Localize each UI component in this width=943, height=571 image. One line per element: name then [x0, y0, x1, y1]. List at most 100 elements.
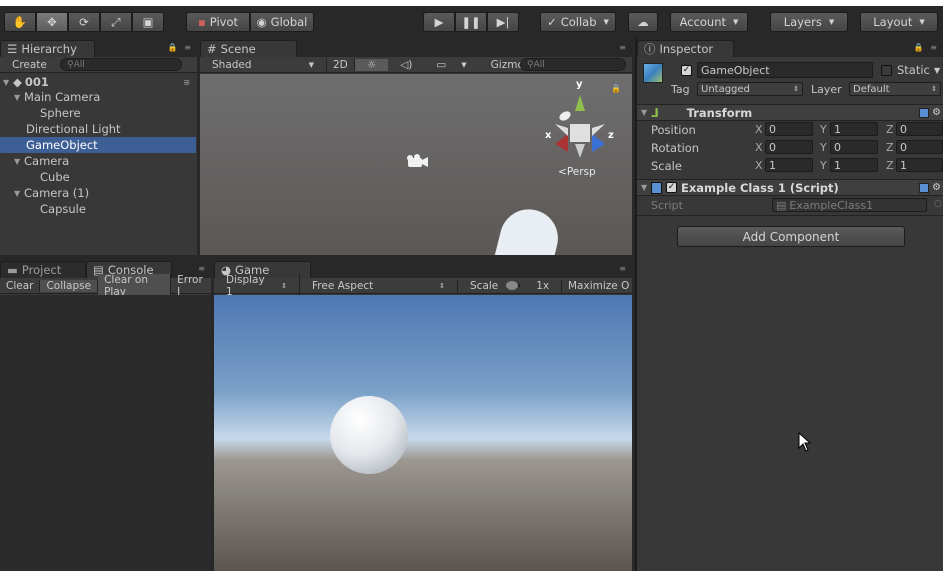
list-item[interactable]: Sphere: [0, 105, 196, 121]
scale-slider[interactable]: Scale 1x: [458, 279, 562, 292]
console-log-area[interactable]: [0, 295, 211, 571]
tab-scene[interactable]: # Scene: [200, 40, 297, 57]
rotation-x-input[interactable]: 0: [765, 140, 813, 154]
move-tool-button[interactable]: ✥: [36, 12, 68, 32]
panel-menu-icon[interactable]: ≡: [619, 43, 628, 52]
pivot-button[interactable]: ▪ Pivot: [186, 12, 250, 32]
layout-dropdown[interactable]: Layout ▼: [860, 12, 938, 32]
display-dropdown[interactable]: Display 1 ⇕: [214, 273, 300, 298]
position-z-input[interactable]: 0: [896, 122, 943, 136]
script-enabled-checkbox[interactable]: ✓: [666, 182, 677, 193]
script-component-header[interactable]: ▼ ✓ Example Class 1 (Script) ⚙: [637, 179, 943, 196]
gear-icon[interactable]: ⚙: [932, 182, 941, 193]
list-item[interactable]: Cube: [0, 169, 196, 185]
scale-tool-button[interactable]: ⤢: [100, 12, 132, 32]
help-icon[interactable]: [919, 182, 929, 193]
game-view-drawing: [330, 396, 408, 474]
collapse-button[interactable]: Collapse: [40, 279, 99, 292]
capsule-object: [494, 209, 558, 255]
dropdown-icon[interactable]: ▼: [934, 66, 940, 75]
game-viewport[interactable]: [214, 295, 632, 571]
hierarchy-search-input[interactable]: ⚲ All: [60, 58, 182, 71]
pivot-icon: ▪: [197, 15, 206, 29]
static-checkbox[interactable]: [881, 65, 892, 76]
rect-tool-button[interactable]: ▣: [132, 12, 164, 32]
layers-dropdown[interactable]: Layers ▼: [770, 12, 848, 32]
panel-menu-icon[interactable]: 🔒 ≡: [914, 43, 939, 52]
tab-hierarchy[interactable]: ☰ Hierarchy: [0, 40, 95, 57]
collab-dropdown[interactable]: ✓ Collab ▼: [540, 12, 616, 32]
lock-icon[interactable]: 🔒: [611, 84, 621, 93]
list-item[interactable]: ▼ Camera: [0, 153, 196, 169]
script-field: ▤ ExampleClass1: [772, 198, 927, 212]
shading-dropdown[interactable]: Shaded ▼: [200, 59, 326, 71]
rotate-tool-button[interactable]: ⟳: [68, 12, 100, 32]
layer-label: Layer: [811, 83, 842, 96]
aspect-dropdown[interactable]: Free Aspect ⇕: [300, 279, 458, 292]
lighting-toggle-button[interactable]: ☼: [354, 58, 389, 71]
hierarchy-panel: ☰Hierarchy 🔒 ≡ Create▼ ⚲All ▼◆001≡ ▼Main…: [0, 38, 197, 255]
foldout-icon: ▼: [641, 183, 648, 192]
scale-icon: ⤢: [111, 14, 121, 29]
panel-menu-icon[interactable]: 🔒 ≡: [168, 43, 193, 52]
add-component-button[interactable]: Add Component: [677, 226, 905, 247]
account-dropdown[interactable]: Account ▼: [670, 12, 748, 32]
rotation-z-input[interactable]: 0: [896, 140, 943, 154]
pause-button[interactable]: ❚❚: [455, 12, 487, 32]
scene-menu-icon[interactable]: ≡: [183, 78, 190, 87]
list-item[interactable]: ▼ Main Camera: [0, 89, 196, 105]
position-y-input[interactable]: 1: [830, 122, 878, 136]
persp-label[interactable]: <Persp: [558, 166, 596, 178]
axis-y-label: Y: [820, 159, 827, 172]
tab-inspector[interactable]: ⓘ Inspector: [637, 40, 734, 57]
transform-icon: ⅃: [651, 105, 659, 120]
list-item[interactable]: ▼ Camera (1): [0, 185, 196, 201]
scene-panel: #Scene ≡ Shaded▼ 2D ☼ ◁) ▭▼ Gizmos▼ ⚲All…: [200, 38, 632, 255]
script-label: Script: [651, 199, 683, 212]
scene-tabbar: # Scene ≡: [200, 38, 632, 57]
hand-tool-button[interactable]: ✋: [4, 12, 36, 32]
scale-y-input[interactable]: 1: [830, 158, 878, 172]
active-checkbox[interactable]: ✓: [681, 65, 692, 76]
panel-menu-icon[interactable]: ≡: [198, 264, 207, 273]
script-icon: [651, 181, 662, 194]
list-item[interactable]: Directional Light: [0, 121, 196, 137]
rotation-y-input[interactable]: 0: [830, 140, 878, 154]
play-icon: ▶: [434, 15, 444, 29]
toggle-2d-button[interactable]: 2D: [326, 58, 355, 71]
position-x-input[interactable]: 0: [765, 122, 813, 136]
layer-dropdown[interactable]: Default ⇕: [849, 82, 941, 96]
clear-on-play-button[interactable]: Clear on Play: [98, 273, 172, 298]
object-name-input[interactable]: GameObject: [697, 62, 873, 78]
step-icon: ▶|: [496, 15, 510, 29]
list-item-selected[interactable]: GameObject: [0, 137, 196, 153]
effects-dropdown[interactable]: ▭ ▼: [424, 59, 478, 71]
cloud-button[interactable]: ☁: [628, 12, 658, 32]
tab-project[interactable]: ▬ Project: [0, 261, 86, 278]
play-button[interactable]: ▶: [423, 12, 455, 32]
scale-label: Scale: [651, 159, 682, 173]
scene-viewport[interactable]: y x z <Persp 🔒: [200, 74, 632, 255]
help-icon[interactable]: [919, 107, 929, 118]
step-button[interactable]: ▶|: [487, 12, 519, 32]
clear-button[interactable]: Clear: [0, 279, 41, 292]
global-button[interactable]: ◉ Global: [250, 12, 314, 32]
axis-z-label: Z: [886, 141, 894, 154]
scale-z-input[interactable]: 1: [896, 158, 943, 172]
audio-toggle-button[interactable]: ◁): [388, 59, 424, 71]
game-toolbar: Display 1 ⇕ Free Aspect ⇕ Scale 1x Maximize…: [214, 273, 632, 298]
panel-menu-icon[interactable]: ≡: [619, 264, 628, 273]
object-picker-icon[interactable]: ○: [934, 199, 942, 209]
slider-thumb[interactable]: [506, 281, 519, 290]
tag-dropdown[interactable]: Untagged ⇕: [697, 82, 803, 96]
gear-icon[interactable]: ⚙: [932, 107, 941, 118]
scene-search-input[interactable]: ⚲ All: [520, 58, 626, 71]
transform-header[interactable]: ▼ ⅃ Transform ⚙: [637, 104, 943, 121]
search-icon: ⚲: [527, 59, 534, 70]
scale-x-input[interactable]: 1: [765, 158, 813, 172]
list-item[interactable]: Capsule: [0, 201, 196, 217]
scene-root-row[interactable]: ▼ ◆ 001 ≡: [0, 74, 196, 90]
maximize-on-play-button[interactable]: Maximize O: [562, 280, 632, 292]
error-pause-button[interactable]: Error I: [171, 274, 211, 298]
expand-icon: ▼: [14, 92, 21, 102]
